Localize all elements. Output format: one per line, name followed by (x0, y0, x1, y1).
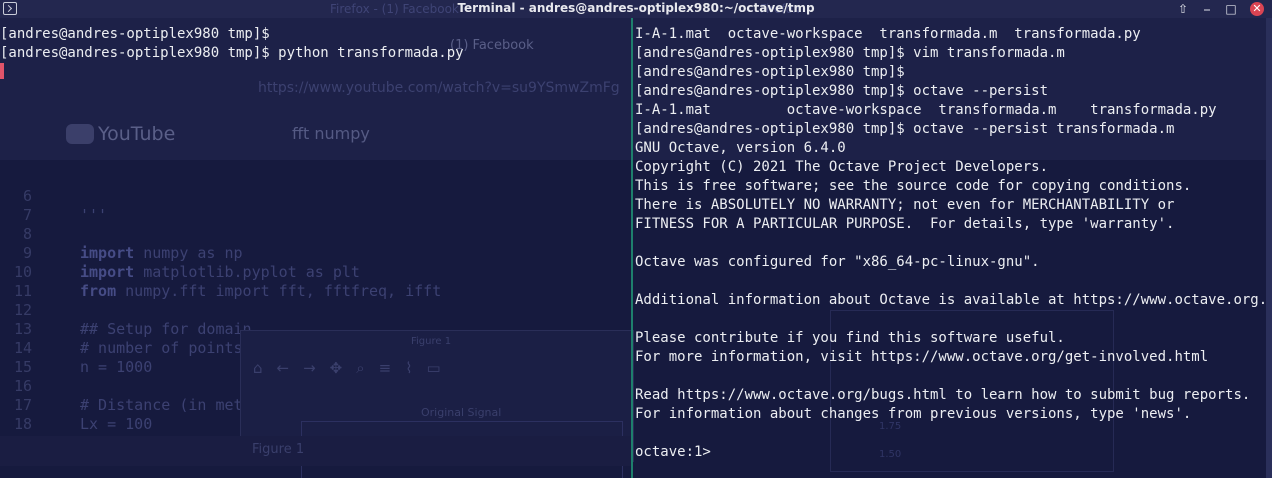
terminal-output-right[interactable]: I-A-1.mat octave-workspace transformada.… (635, 25, 1272, 462)
terminal-line: [andres@andres-optiplex980 tmp]$ octave … (635, 83, 1049, 99)
keep-above-button[interactable]: ⇧ (1175, 2, 1191, 16)
terminal-output-left[interactable]: [andres@andres-optiplex980 tmp]$ [andres@… (0, 25, 631, 82)
terminal-line: There is ABSOLUTELY NO WARRANTY; not eve… (635, 197, 1175, 213)
terminal-line: [andres@andres-optiplex980 tmp]$ (635, 64, 905, 80)
terminal-line: [andres@andres-optiplex980 tmp]$ octave … (635, 121, 1175, 137)
minimize-button[interactable]: ⎯ (1199, 2, 1215, 16)
terminal-cursor (0, 63, 4, 79)
terminal-line: GNU Octave, version 6.4.0 (635, 140, 846, 156)
terminal-line: This is free software; see the source co… (635, 178, 1192, 194)
maximize-button[interactable]: □ (1223, 2, 1239, 16)
terminal-line: FITNESS FOR A PARTICULAR PURPOSE. For de… (635, 216, 1175, 232)
terminal-line: For information about changes from previ… (635, 406, 1192, 422)
terminal-line (0, 63, 631, 82)
terminal-line: I-A-1.mat octave-workspace transformada.… (635, 26, 1141, 42)
terminal-line: For more information, visit https://www.… (635, 349, 1209, 365)
terminal-line: [andres@andres-optiplex980 tmp]$ python … (0, 45, 464, 61)
terminal-pane-right[interactable]: I-A-1.mat octave-workspace transformada.… (633, 18, 1272, 478)
window-titlebar[interactable]: Firefox - (1) Facebook Firefox Terminal … (0, 0, 1272, 18)
window-title: Terminal - andres@andres-optiplex980:~/o… (457, 1, 815, 15)
terminal-line: I-A-1.mat octave-workspace transformada.… (635, 102, 1217, 118)
terminal-line: [andres@andres-optiplex980 tmp]$ (0, 26, 270, 42)
terminal-line: Read https://www.octave.org/bugs.html to… (635, 387, 1251, 403)
close-button[interactable]: ✕ (1250, 2, 1264, 16)
terminal-pane-left[interactable]: [andres@andres-optiplex980 tmp]$ [andres@… (0, 18, 631, 478)
terminal-line: [andres@andres-optiplex980 tmp]$ vim tra… (635, 45, 1065, 61)
terminal-line: Please contribute if you find this softw… (635, 330, 1065, 346)
terminal-line: Octave was configured for "x86_64-pc-lin… (635, 254, 1040, 270)
terminal-line: Additional information about Octave is a… (635, 292, 1268, 308)
terminal-line: Copyright (C) 2021 The Octave Project De… (635, 159, 1049, 175)
scrollbar[interactable] (1266, 18, 1272, 478)
terminal-line: octave:1> (635, 444, 711, 460)
scrollbar-thumb[interactable] (1266, 18, 1272, 478)
